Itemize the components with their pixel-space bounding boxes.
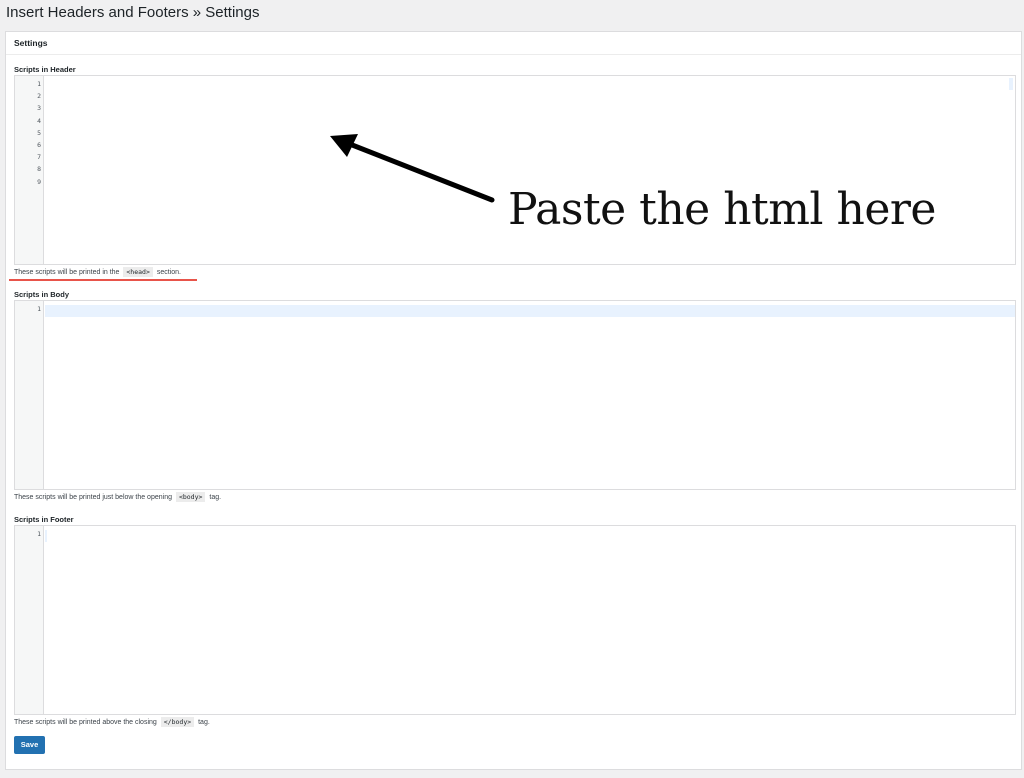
footer-editor-gutter: 1 xyxy=(15,526,44,714)
header-help-text: These scripts will be printed in the <he… xyxy=(14,267,181,278)
header-editor-gutter: 1 2 3 4 5 6 7 8 9 xyxy=(15,76,44,264)
body-help-code: <body> xyxy=(175,492,206,502)
body-scripts-editor[interactable]: 1 xyxy=(14,300,1016,490)
header-help-after: section. xyxy=(156,269,181,276)
footer-cursor-line xyxy=(45,530,47,542)
header-scripts-editor[interactable]: 1 2 3 4 5 6 7 8 9 xyxy=(14,75,1016,265)
footer-scripts-label: Scripts in Footer xyxy=(14,515,74,524)
body-scripts-label: Scripts in Body xyxy=(14,290,70,299)
header-scripts-label: Scripts in Header xyxy=(14,65,76,74)
footer-help-code: </body> xyxy=(160,717,195,727)
footer-help-after: tag. xyxy=(198,719,210,726)
annotation-text: Paste the html here xyxy=(508,184,936,235)
body-help-text: These scripts will be printed just below… xyxy=(14,492,221,503)
body-active-line xyxy=(45,305,1015,317)
header-editor-scrollbar[interactable] xyxy=(1009,78,1013,90)
footer-help-before: These scripts will be printed above the … xyxy=(14,719,157,726)
settings-panel: Settings Scripts in Header 1 2 3 4 5 6 7 8 9 The… xyxy=(5,31,1022,770)
header-line-number: 9 xyxy=(37,177,41,186)
header-help-before: These scripts will be printed in the xyxy=(14,269,120,276)
header-line-number: 4 xyxy=(37,116,41,125)
panel-heading: Settings xyxy=(14,38,48,48)
header-line-number: 7 xyxy=(37,153,41,162)
panel-divider xyxy=(6,54,1021,55)
body-line-number: 1 xyxy=(37,305,41,313)
header-line-number: 3 xyxy=(37,104,41,113)
body-editor-gutter: 1 xyxy=(15,301,44,489)
annotation-arrow-icon xyxy=(330,134,495,203)
header-line-number: 1 xyxy=(37,80,41,88)
footer-scripts-editor[interactable]: 1 xyxy=(14,525,1016,715)
header-line-number: 8 xyxy=(37,165,41,174)
header-line-number: 5 xyxy=(37,128,41,137)
header-help-code: <head> xyxy=(123,267,153,277)
header-line-number: 2 xyxy=(37,92,41,101)
header-line-number: 6 xyxy=(37,141,41,149)
body-help-after: tag. xyxy=(209,494,222,501)
body-help-before: These scripts will be printed just below… xyxy=(14,494,172,501)
footer-line-number: 1 xyxy=(37,530,41,538)
save-button[interactable]: Save xyxy=(14,736,45,754)
footer-help-text: These scripts will be printed above the … xyxy=(14,717,210,728)
annotation-underline xyxy=(9,279,197,281)
page-title: Insert Headers and Footers » Settings xyxy=(6,4,260,21)
